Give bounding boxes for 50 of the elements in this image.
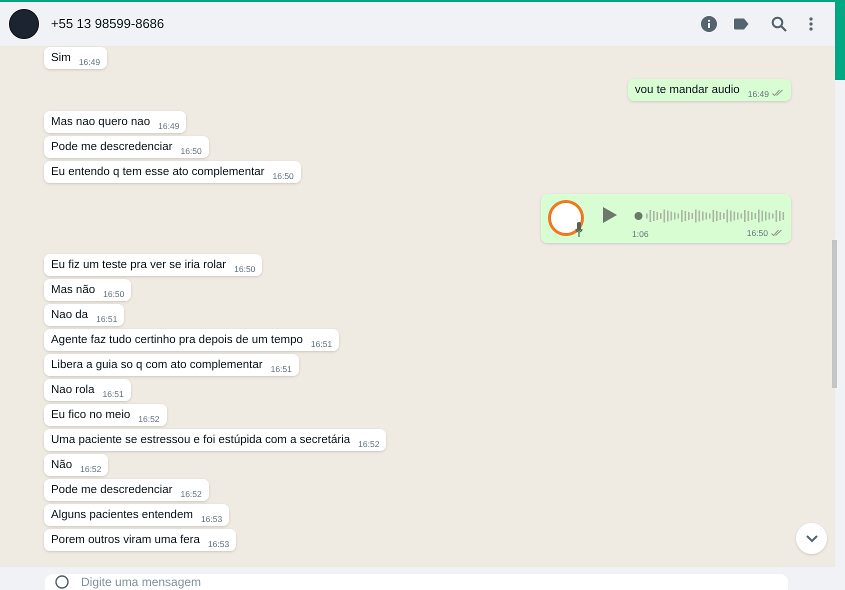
- message-time: 16:49: [78, 57, 100, 67]
- message-time: 16:51: [310, 339, 332, 349]
- label-icon[interactable]: [733, 18, 749, 30]
- scrollbar-thumb[interactable]: [832, 240, 837, 388]
- audio-duration: 1:06: [632, 229, 649, 239]
- message-text: Nao da: [51, 308, 88, 322]
- message-time: 16:52: [358, 439, 380, 449]
- message-text: Agente faz tudo certinho pra depois de um tempo: [51, 333, 303, 347]
- message-text: Eu entendo q tem esse ato complementar: [51, 165, 265, 179]
- message-text: Alguns pacientes entendem: [51, 508, 193, 522]
- message-time: 16:50: [746, 228, 768, 238]
- message-text: Pode me descredenciar: [51, 483, 172, 497]
- message-text: Uma paciente se estressou e foi estúpida com a secretária: [51, 433, 350, 447]
- message-time: 16:51: [102, 389, 124, 399]
- message-time: 16:51: [96, 314, 118, 324]
- sender-avatar: [548, 200, 584, 236]
- message-placeholder: Digite uma mensagem: [81, 575, 202, 589]
- message-text: Porem outros viram uma fera: [51, 533, 200, 547]
- message-time: 16:52: [180, 489, 202, 499]
- contact-avatar[interactable]: [9, 9, 39, 39]
- play-icon[interactable]: [603, 207, 617, 223]
- contact-name[interactable]: +55 13 98599-8686: [51, 14, 164, 34]
- message-time: 16:52: [138, 414, 160, 424]
- message-text: Nao rola: [51, 383, 94, 397]
- message-time: 16:52: [80, 464, 102, 474]
- message-text: Eu fiz um teste pra ver se iria rolar: [51, 258, 226, 272]
- microphone-icon: [575, 222, 583, 237]
- message-time: 16:53: [200, 514, 222, 524]
- message-time: 16:50: [180, 146, 202, 156]
- chevron-down-icon: [806, 534, 818, 542]
- emoji-icon[interactable]: [55, 575, 69, 589]
- message-time: 16:49: [158, 121, 180, 131]
- message-text: Não: [51, 458, 72, 472]
- message-time: 16:50: [234, 264, 256, 274]
- message-text: Eu fico no meio: [51, 408, 130, 422]
- message-time: 16:53: [208, 539, 230, 549]
- message-time: 16:50: [272, 171, 294, 181]
- message-text: Sim: [51, 51, 71, 65]
- message-text: Libera a guia so q com ato complementar: [51, 358, 263, 372]
- info-icon[interactable]: [701, 16, 717, 32]
- search-icon[interactable]: [771, 16, 787, 32]
- message-text: Mas não: [51, 283, 96, 297]
- message-time: 16:51: [270, 364, 292, 374]
- menu-icon[interactable]: [809, 17, 813, 31]
- scroll-down-button[interactable]: [796, 523, 827, 554]
- message-text: Pode me descredenciar: [51, 140, 172, 154]
- message-text: vou te mandar audio: [634, 83, 740, 97]
- message-time: 16:50: [103, 289, 124, 299]
- message-text: Mas nao quero nao: [51, 115, 150, 129]
- message-time: 16:49: [748, 89, 769, 99]
